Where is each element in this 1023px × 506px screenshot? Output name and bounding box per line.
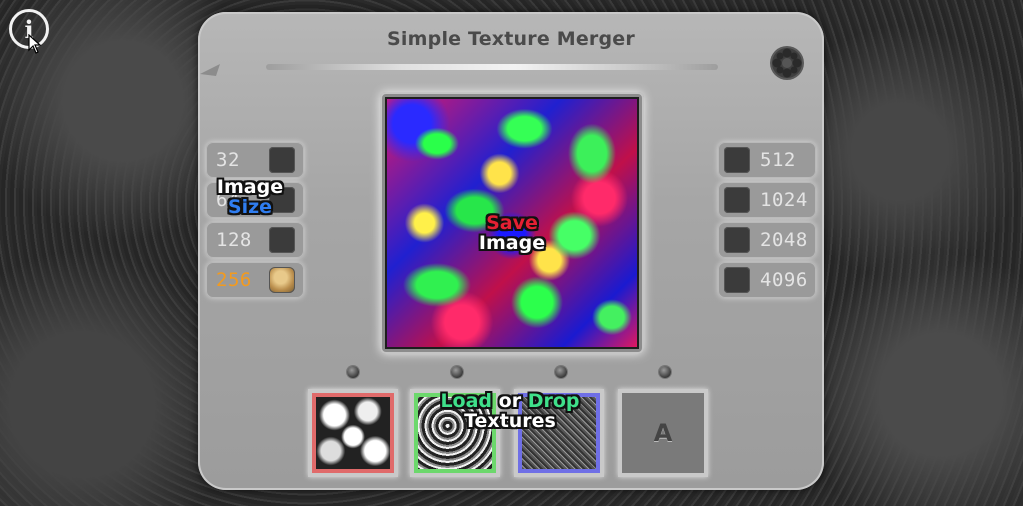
image-size-label: Image Size bbox=[208, 176, 292, 218]
main-panel: Simple Texture Merger 32 64 128 256 Imag… bbox=[198, 12, 824, 490]
texture-slot-red[interactable] bbox=[308, 389, 398, 477]
drop-word: Drop bbox=[527, 390, 580, 412]
size-checkbox[interactable] bbox=[269, 147, 295, 173]
size-checkbox[interactable] bbox=[269, 227, 295, 253]
channel-dot-alpha bbox=[659, 366, 671, 378]
size-button-32[interactable]: 32 bbox=[206, 142, 304, 178]
texture-slot-alpha[interactable]: A bbox=[618, 389, 708, 477]
size-button-128[interactable]: 128 bbox=[206, 222, 304, 258]
image-size-line1: Image bbox=[216, 176, 284, 198]
alpha-letter: A bbox=[653, 419, 673, 447]
channel-dot-blue bbox=[555, 366, 567, 378]
save-image-button[interactable]: Save Image bbox=[470, 212, 554, 254]
size-label: 128 bbox=[216, 229, 252, 251]
or-word: or bbox=[498, 390, 522, 412]
save-label-line1: Save bbox=[486, 212, 538, 234]
gear-icon[interactable] bbox=[768, 44, 806, 82]
load-or-drop-label: Load or Drop Textures bbox=[434, 390, 586, 432]
app-title: Simple Texture Merger bbox=[387, 28, 635, 50]
image-size-line2: Size bbox=[227, 195, 273, 218]
size-label: 1024 bbox=[760, 189, 808, 211]
size-label: 2048 bbox=[760, 229, 808, 251]
size-checkbox[interactable] bbox=[724, 147, 750, 173]
load-word: Load bbox=[440, 390, 493, 412]
size-button-1024[interactable]: 1024 bbox=[718, 182, 816, 218]
channel-dot-green bbox=[451, 366, 463, 378]
size-button-4096[interactable]: 4096 bbox=[718, 262, 816, 298]
size-checkbox[interactable] bbox=[724, 267, 750, 293]
size-button-256[interactable]: 256 bbox=[206, 262, 304, 298]
save-label-line2: Image bbox=[478, 231, 546, 254]
size-label: 512 bbox=[760, 149, 796, 171]
size-label: 32 bbox=[216, 149, 240, 171]
mouse-pointer-icon bbox=[28, 34, 42, 54]
size-checkbox[interactable] bbox=[724, 227, 750, 253]
textures-word: Textures bbox=[464, 409, 556, 432]
size-checkbox-selected[interactable] bbox=[269, 267, 295, 293]
size-label: 256 bbox=[216, 269, 252, 291]
size-checkbox[interactable] bbox=[724, 187, 750, 213]
texture-thumbnail bbox=[316, 397, 390, 469]
channel-dot-red bbox=[347, 366, 359, 378]
size-button-512[interactable]: 512 bbox=[718, 142, 816, 178]
title-divider bbox=[266, 64, 718, 70]
arrow-icon bbox=[200, 64, 220, 76]
size-label: 4096 bbox=[760, 269, 808, 291]
preview-frame: Save Image bbox=[380, 92, 644, 354]
size-button-2048[interactable]: 2048 bbox=[718, 222, 816, 258]
